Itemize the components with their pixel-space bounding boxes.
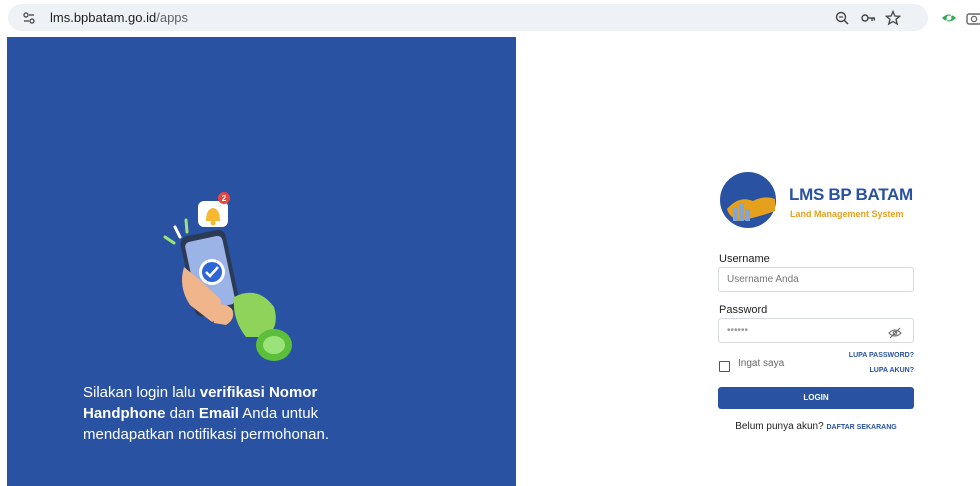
signup-prompt: Belum punya akun?	[735, 421, 824, 432]
signup-row: Belum punya akun? DAFTAR SEKARANG	[718, 421, 914, 432]
zoom-icon[interactable]	[834, 10, 850, 26]
login-button[interactable]: LOGIN	[718, 387, 914, 409]
username-label: Username	[719, 253, 770, 265]
hero-message: Silakan login lalu verifikasi Nomor Hand…	[83, 382, 373, 445]
url-path: /apps	[156, 10, 189, 25]
hero-text-2: dan	[165, 405, 199, 422]
extension-eye-icon[interactable]	[941, 10, 957, 26]
password-input[interactable]: ••••••	[718, 318, 914, 343]
address-bar[interactable]: lms.bpbatam.go.id/apps	[8, 4, 928, 31]
hero-text-1: Silakan login lalu	[83, 384, 200, 401]
url-domain: lms.bpbatam.go.id	[50, 10, 157, 25]
phone-verification-illustration: 2	[163, 192, 292, 361]
show-password-icon[interactable]	[888, 327, 902, 339]
hero-panel: 2 Silakan login lalu verifikasi Nomor Ha…	[7, 37, 516, 486]
login-panel: LMS BP BATAM Land Management System User…	[516, 37, 980, 486]
brand-title: LMS BP BATAM	[789, 185, 913, 204]
bp-batam-logo	[720, 172, 776, 228]
url-text[interactable]: lms.bpbatam.go.id/apps	[50, 10, 188, 25]
signup-link[interactable]: DAFTAR SEKARANG	[826, 424, 896, 431]
notification-badge: 2	[222, 194, 227, 203]
hero-text-bold-2: Email	[198, 405, 239, 422]
bookmark-star-icon[interactable]	[885, 10, 901, 26]
browser-toolbar: lms.bpbatam.go.id/apps	[0, 0, 980, 37]
remember-me-label: Ingat saya	[738, 358, 785, 369]
password-label: Password	[719, 304, 768, 316]
password-key-icon[interactable]	[860, 10, 876, 26]
forgot-account-link[interactable]: LUPA AKUN?	[816, 367, 914, 374]
brand-subtitle: Land Management System	[790, 209, 904, 219]
username-input[interactable]	[718, 267, 914, 292]
camera-extension-icon[interactable]	[966, 10, 980, 26]
site-info-icon[interactable]	[22, 11, 36, 25]
remember-me-checkbox[interactable]	[719, 361, 730, 372]
forgot-password-link[interactable]: LUPA PASSWORD?	[816, 352, 914, 359]
